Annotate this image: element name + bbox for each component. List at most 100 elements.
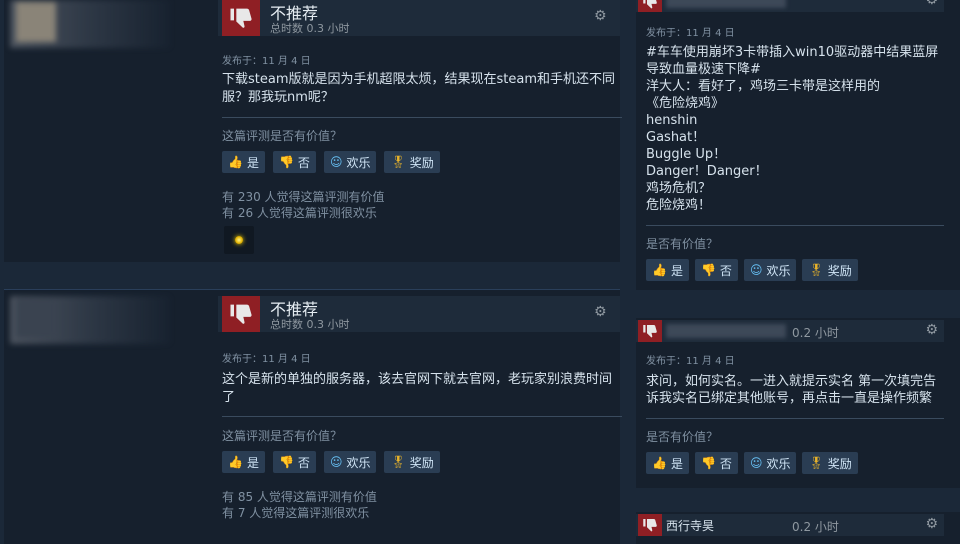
steam-icon: ⚙	[594, 8, 607, 24]
vote-funny-button[interactable]: ☺ 欢乐	[323, 151, 377, 173]
vote-yes-label: 是	[670, 456, 683, 471]
thumbs-up-icon: 👍	[652, 263, 667, 277]
thumbs-down-icon: 👎	[700, 456, 716, 470]
vote-buttons: 👍 是 👎 否 ☺ 欢乐 🎖 奖励	[646, 452, 858, 474]
award-button[interactable]: 🎖 奖励	[802, 452, 858, 474]
award-label: 奖励	[409, 155, 434, 170]
review-header: 0.2 小时 ⚙	[636, 320, 944, 342]
vote-no-label: 否	[719, 456, 732, 471]
award-button[interactable]: 🎖 奖励	[384, 451, 440, 473]
vote-no-button[interactable]: 👎 否	[272, 151, 316, 173]
review-verdict-header: 不推荐 总时数 0.3 小时 ⚙	[218, 0, 620, 36]
helpful-question: 这篇评测是否有价值？	[222, 429, 343, 443]
review-card: 不推荐 总时数 0.3 小时 ⚙ 发布于：11 月 4 日 这个是新的单独的服务…	[4, 289, 622, 544]
award-icon: 🎖	[808, 456, 824, 470]
smiley-icon: ☺	[749, 456, 763, 470]
thumbs-down-icon	[638, 0, 662, 12]
vote-no-button[interactable]: 👎 否	[272, 451, 316, 473]
helpful-count: 有 230 人觉得这篇评测有价值	[222, 190, 385, 204]
posted-date: 发布于：11 月 4 日	[222, 56, 311, 67]
divider	[646, 225, 944, 226]
award-label: 奖励	[827, 456, 852, 471]
award-badge-icon[interactable]	[224, 226, 254, 254]
playtime-hours: 总时数 0.3 小时	[270, 318, 350, 331]
helpful-question: 这篇评测是否有价值？	[222, 129, 343, 143]
thumbs-up-icon: 👍	[228, 155, 243, 169]
right-review-column: ⚙ 发布于：11 月 4 日 #车车使用崩坏3卡带插入win10驱动器中结果蓝屏…	[634, 0, 960, 544]
award-button[interactable]: 🎖 奖励	[384, 151, 440, 173]
review-text-line: 下载steam版就是因为手机超限太烦，结果现在steam和手机还不同	[222, 72, 615, 87]
review-text-line: Buggle Up！	[646, 147, 727, 162]
review-text-line: 诉我实名已绑定其他账号，再点击一直是操作频繁	[646, 391, 933, 406]
review-text-line: 导致血量极速下降#	[646, 62, 761, 77]
vote-no-label: 否	[297, 155, 310, 170]
vote-yes-button[interactable]: 👍 是	[222, 151, 265, 173]
vote-yes-button[interactable]: 👍 是	[646, 452, 689, 474]
review-card: ⚙ 发布于：11 月 4 日 #车车使用崩坏3卡带插入win10驱动器中结果蓝屏…	[636, 0, 960, 290]
avatar[interactable]	[16, 2, 56, 42]
vote-funny-button[interactable]: ☺ 欢乐	[323, 451, 377, 473]
vote-buttons: 👍 是 👎 否 ☺ 欢乐 🎖 奖励	[646, 259, 858, 281]
review-header: 西行寺昊 0.2 小时 ⚙	[636, 514, 944, 536]
avatar[interactable]	[16, 298, 56, 338]
award-label: 奖励	[409, 455, 434, 470]
thumbs-down-icon	[222, 0, 260, 36]
divider	[222, 117, 622, 118]
review-text-line: henshin	[646, 113, 698, 128]
vote-funny-button[interactable]: ☺ 欢乐	[743, 259, 797, 281]
author-name-blurred[interactable]	[666, 324, 786, 338]
review-text-line: Gashat！	[646, 130, 706, 145]
vote-funny-label: 欢乐	[766, 456, 791, 471]
smiley-icon: ☺	[329, 155, 343, 169]
review-text-line: 危险烧鸡！	[646, 198, 712, 213]
vote-no-button[interactable]: 👎 否	[694, 452, 738, 474]
funny-count: 有 7 人觉得这篇评测很欢乐	[222, 506, 370, 520]
author-info-blurred[interactable]	[10, 296, 170, 344]
review-text-line: 这个是新的单独的服务器，该去官网下就去官网，老玩家别浪费时间	[222, 372, 613, 387]
review-text-line: #车车使用崩坏3卡带插入win10驱动器中结果蓝屏	[646, 45, 939, 60]
vote-funny-label: 欢乐	[346, 155, 371, 170]
author-info-blurred[interactable]	[10, 0, 170, 48]
award-icon: 🎖	[390, 155, 406, 169]
thumbs-down-icon	[638, 514, 662, 536]
helpful-question: 是否有价值？	[646, 237, 719, 251]
vote-funny-button[interactable]: ☺ 欢乐	[743, 452, 797, 474]
review-text-line: Danger！Danger！	[646, 164, 768, 179]
vote-yes-button[interactable]: 👍 是	[222, 451, 265, 473]
review-text-line: 鸡场危机？	[646, 181, 712, 196]
smiley-icon: ☺	[329, 455, 343, 469]
steam-icon: ⚙	[594, 304, 607, 320]
steam-icon: ⚙	[925, 516, 938, 532]
review-text: #车车使用崩坏3卡带插入win10驱动器中结果蓝屏 导致血量极速下降# 洋大人：…	[646, 44, 946, 214]
vote-no-label: 否	[719, 263, 732, 278]
vote-yes-button[interactable]: 👍 是	[646, 259, 689, 281]
smiley-icon: ☺	[749, 263, 763, 277]
review-text-line: 了	[222, 390, 236, 405]
award-button[interactable]: 🎖 奖励	[802, 259, 858, 281]
vote-buttons: 👍 是 👎 否 ☺ 欢乐 🎖 奖励	[222, 451, 440, 473]
review-text-line: 洋大人：看好了，鸡场三卡带是这样用的	[646, 79, 881, 94]
review-text: 这个是新的单独的服务器，该去官网下就去官网，老玩家别浪费时间 了	[222, 371, 620, 407]
vote-funny-label: 欢乐	[766, 263, 791, 278]
thumbs-up-icon: 👍	[652, 456, 667, 470]
funny-count: 有 26 人觉得这篇评测很欢乐	[222, 206, 377, 220]
playtime-hours: 0.2 小时	[792, 520, 839, 534]
steam-icon: ⚙	[925, 322, 938, 338]
left-review-column: 不推荐 总时数 0.3 小时 ⚙ 发布于：11 月 4 日 下载steam版就是…	[0, 0, 622, 544]
helpful-question: 是否有价值？	[646, 430, 719, 444]
author-name-blurred[interactable]	[666, 0, 786, 8]
review-text-line: 《危险烧鸡》	[646, 96, 725, 111]
author-name[interactable]: 西行寺昊	[666, 517, 714, 534]
helpful-count: 有 85 人觉得这篇评测有价值	[222, 490, 377, 504]
vote-yes-label: 是	[670, 263, 683, 278]
review-text: 下载steam版就是因为手机超限太烦，结果现在steam和手机还不同 服？那我玩…	[222, 71, 620, 107]
review-card: 西行寺昊 0.2 小时 ⚙	[636, 512, 960, 544]
steam-icon: ⚙	[925, 0, 938, 8]
vote-yes-label: 是	[246, 155, 259, 170]
award-icon: 🎖	[390, 455, 406, 469]
vote-funny-label: 欢乐	[346, 455, 371, 470]
thumbs-up-icon: 👍	[228, 455, 243, 469]
vote-no-button[interactable]: 👎 否	[694, 259, 738, 281]
vote-yes-label: 是	[246, 455, 259, 470]
vote-buttons: 👍 是 👎 否 ☺ 欢乐 🎖 奖励	[222, 151, 440, 173]
